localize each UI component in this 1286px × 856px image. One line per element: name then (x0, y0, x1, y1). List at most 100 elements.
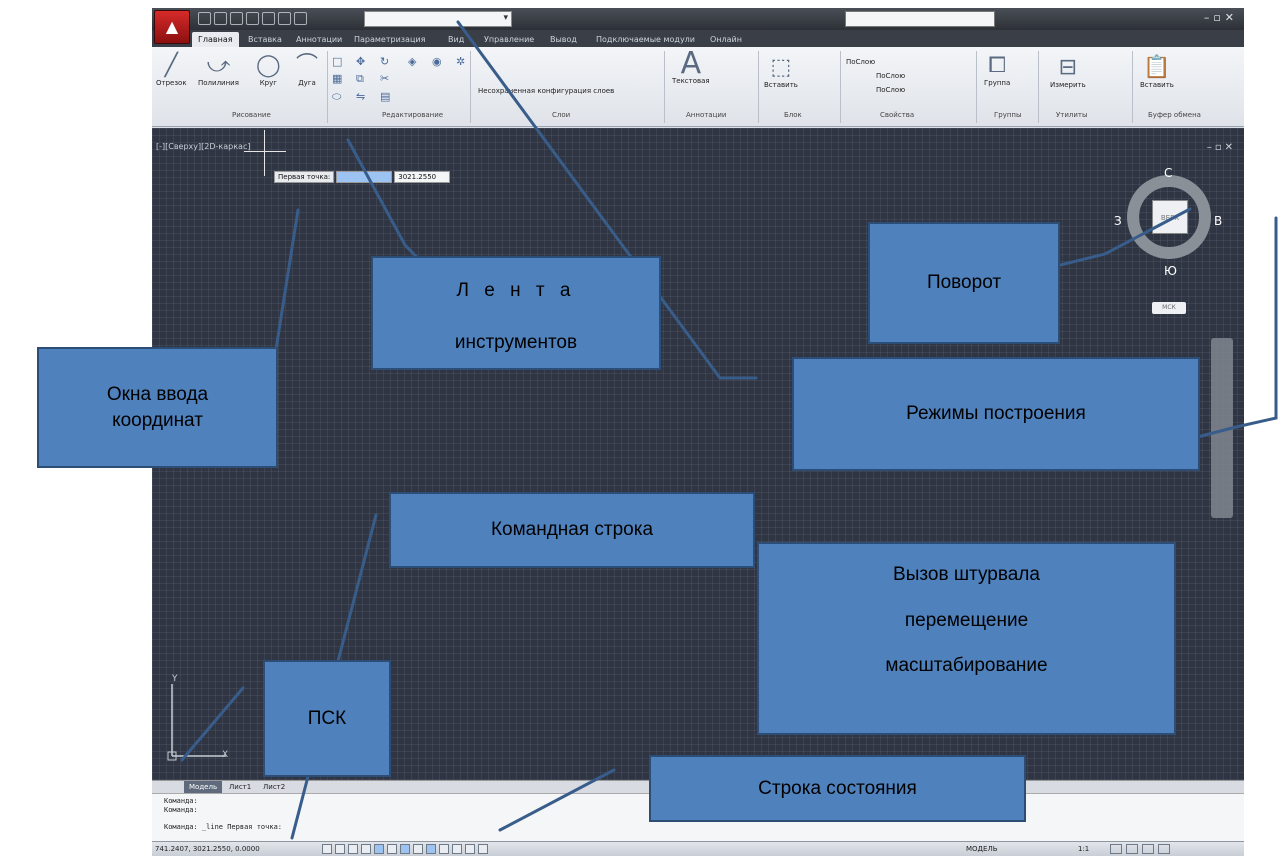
measure-tool[interactable]: ⊟ Измерить (1050, 55, 1086, 89)
compass-north[interactable]: С (1164, 166, 1172, 180)
viewport-window-controls[interactable]: –▫✕ (1207, 142, 1236, 153)
annotation-scale[interactable]: 1:1 (1078, 845, 1089, 853)
otrack-mode-button[interactable] (400, 844, 410, 854)
new-file-icon[interactable] (198, 12, 211, 25)
polar-mode-button[interactable] (361, 844, 371, 854)
lock-icon[interactable] (1126, 844, 1138, 854)
color-select[interactable]: ПоСлою (846, 55, 905, 69)
drafting-mode-buttons (322, 844, 488, 854)
grid-mode-button[interactable] (335, 844, 345, 854)
circle-icon: ◯ (256, 53, 281, 78)
compass-east[interactable]: В (1214, 214, 1222, 228)
redo-icon[interactable] (294, 12, 307, 25)
callout-povorot: Поворот (868, 222, 1060, 344)
3dosnap-mode-button[interactable] (387, 844, 397, 854)
panel-groups-label[interactable]: Группы (994, 111, 1022, 119)
tab-manage[interactable]: Управление (478, 32, 540, 47)
line-icon: ╱ (164, 53, 178, 78)
clean-screen-icon[interactable] (1158, 844, 1170, 854)
viewport-controls-label[interactable]: [-][Сверху][2D-каркас] (156, 142, 250, 151)
panel-modify-label[interactable]: Редактирование (382, 111, 443, 119)
paste-tool[interactable]: 📋 Вставить (1140, 55, 1174, 89)
navigation-bar[interactable] (1211, 338, 1233, 518)
circle-tool[interactable]: ◯ Круг (256, 53, 281, 87)
panel-clipboard-label[interactable]: Буфер обмена (1148, 111, 1201, 119)
panel-properties-label[interactable]: Свойства (880, 111, 914, 119)
linetype-select[interactable]: ПоСлою (846, 69, 905, 83)
layer-freeze-icon[interactable]: ✲ (456, 55, 476, 68)
panel-layers-label[interactable]: Слои (552, 111, 570, 119)
print-icon[interactable] (262, 12, 275, 25)
window-controls[interactable]: –▫✕ (1204, 11, 1238, 24)
move-icon[interactable]: ✥ (356, 55, 376, 68)
compass-west[interactable]: З (1114, 214, 1122, 228)
y-coordinate-input[interactable]: 3021.2550 (394, 171, 451, 183)
rotate-icon[interactable]: ↻ (380, 55, 400, 68)
panel-annotation-label[interactable]: Аннотации (686, 111, 726, 119)
group-tool[interactable]: ⧠ Группа (984, 53, 1010, 87)
tab-view[interactable]: Вид (442, 32, 470, 47)
line-tool[interactable]: ╱ Отрезок (156, 53, 187, 87)
properties-panel: ПоСлою ПоСлою ПоСлою (846, 55, 905, 97)
panel-block-label[interactable]: Блок (784, 111, 802, 119)
save-as-icon[interactable] (246, 12, 259, 25)
x-coordinate-input[interactable]: 741.2407 (336, 171, 393, 183)
arc-icon: ⌒ (296, 53, 319, 78)
transparency-mode-button[interactable] (452, 844, 462, 854)
model-space-button[interactable]: МОДЕЛЬ (966, 845, 998, 853)
viewcube-top-face[interactable]: ВЕРХ (1152, 200, 1188, 234)
search-input[interactable] (845, 11, 995, 27)
ellipse-icon[interactable]: ⬭ (332, 90, 352, 104)
text-icon: A (680, 46, 702, 81)
tab-plugins[interactable]: Подключаемые модули (590, 32, 701, 47)
panel-draw-label[interactable]: Рисование (232, 111, 271, 119)
layer-state-select[interactable]: Несохраненная конфигурация слоев (478, 87, 614, 95)
dyn-mode-button[interactable] (426, 844, 436, 854)
polyline-icon: ⤻ (206, 53, 231, 78)
callout-vyzov-shturvala: Вызов штурвала перемещение масштабирован… (757, 542, 1176, 735)
quick-props-button[interactable] (465, 844, 475, 854)
command-prompt[interactable]: Команда: _line Первая точка: (164, 823, 1244, 832)
layer-props-icon[interactable]: ◈ (408, 55, 428, 68)
mirror-icon[interactable]: ⇋ (356, 90, 376, 104)
ortho-mode-button[interactable] (348, 844, 358, 854)
copy-icon[interactable]: ⧉ (356, 72, 376, 86)
open-file-icon[interactable] (214, 12, 227, 25)
application-menu-button[interactable]: ▲ (154, 10, 190, 44)
save-icon[interactable] (230, 12, 243, 25)
selection-cycling-button[interactable] (478, 844, 488, 854)
quick-access-toolbar (198, 12, 307, 25)
insert-block-tool[interactable]: ⬚ Вставить (764, 55, 798, 89)
crosshair-horizontal (244, 151, 286, 152)
tab-insert[interactable]: Вставка (242, 32, 288, 47)
osnap-mode-button[interactable] (374, 844, 384, 854)
tab-annotate[interactable]: Аннотации (290, 32, 348, 47)
snap-mode-button[interactable] (322, 844, 332, 854)
compass-south[interactable]: Ю (1164, 264, 1177, 278)
rectangle-icon[interactable]: □ (332, 55, 352, 68)
ucs-icon (167, 684, 226, 761)
array-icon[interactable]: ▤ (380, 90, 400, 104)
workspace-select[interactable]: ▾ (364, 11, 512, 27)
hatch-icon[interactable]: ▦ (332, 72, 352, 86)
tab-home[interactable]: Главная (192, 32, 239, 47)
arc-tool[interactable]: ⌒ Дуга (296, 53, 318, 87)
workspace-switch-icon[interactable] (1110, 844, 1122, 854)
crosshair-vertical (264, 130, 265, 176)
tab-online[interactable]: Онлайн (704, 32, 748, 47)
tab-parametric[interactable]: Параметризация (348, 32, 431, 47)
callout-rezhimy-postroeniya: Режимы построения (792, 357, 1200, 471)
panel-utilities-label[interactable]: Утилиты (1056, 111, 1088, 119)
lineweight-select[interactable]: ПоСлою (846, 83, 905, 97)
polyline-tool[interactable]: ⤻ Полилиния (198, 53, 239, 87)
layer-on-icon[interactable]: ◉ (432, 55, 452, 68)
ducs-mode-button[interactable] (413, 844, 423, 854)
isolate-icon[interactable] (1142, 844, 1154, 854)
group-icon: ⧠ (988, 53, 1006, 78)
text-tool[interactable]: A Текстовая (672, 46, 710, 86)
trim-icon[interactable]: ✂ (380, 72, 400, 86)
undo-icon[interactable] (278, 12, 291, 25)
ucs-menu[interactable]: МСК (1152, 302, 1186, 314)
tab-output[interactable]: Вывод (544, 32, 583, 47)
lineweight-mode-button[interactable] (439, 844, 449, 854)
